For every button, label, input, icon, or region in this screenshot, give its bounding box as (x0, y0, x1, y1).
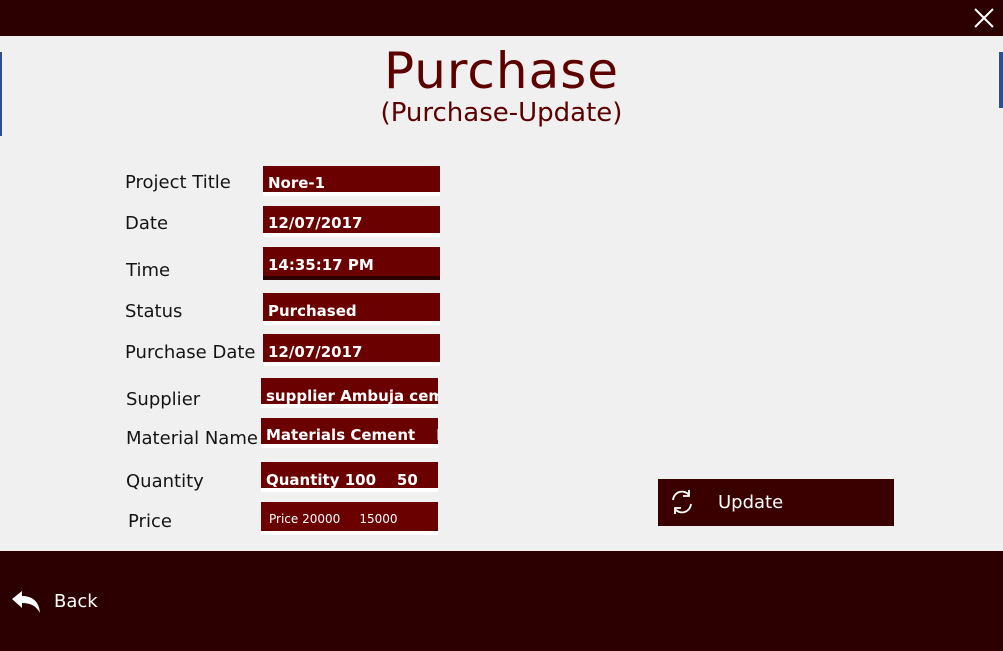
refresh-icon (672, 490, 692, 514)
quantity-label: Quantity (126, 471, 204, 492)
back-button[interactable]: Back (10, 587, 110, 617)
material-name-field[interactable]: Materials Cement Pe (261, 418, 438, 448)
status-label: Status (125, 301, 183, 322)
back-label: Back (54, 591, 98, 612)
supplier-label: Supplier (126, 389, 201, 410)
time-field[interactable]: 14:35:17 PM (263, 247, 440, 280)
bottom-bar (0, 551, 1003, 651)
project-title-field[interactable]: Nore-1 (263, 166, 440, 196)
time-label: Time (126, 260, 171, 281)
title-bar (0, 0, 1003, 36)
update-button[interactable]: Update (658, 479, 894, 526)
date-field[interactable]: 12/07/2017 (263, 206, 440, 237)
update-label: Update (718, 492, 784, 513)
date-label: Date (125, 213, 169, 234)
quantity-field[interactable]: Quantity 100 50 (261, 462, 438, 492)
purchase-date-label: Purchase Date (125, 342, 256, 363)
back-arrow-icon (12, 591, 40, 613)
project-title-label: Project Title (125, 172, 231, 193)
purchase-date-field[interactable]: 12/07/2017 (263, 334, 440, 366)
supplier-field[interactable]: supplier Ambuja cem (261, 378, 438, 408)
material-name-label: Material Name (126, 428, 258, 449)
price-field[interactable]: Price 20000 15000 (261, 502, 438, 535)
close-icon (974, 8, 994, 28)
price-label: Price (128, 511, 172, 532)
close-button[interactable] (971, 5, 997, 31)
page-subtitle: (Purchase-Update) (380, 98, 623, 128)
status-field[interactable]: Purchased (263, 293, 440, 325)
page-title: Purchase (383, 42, 620, 100)
